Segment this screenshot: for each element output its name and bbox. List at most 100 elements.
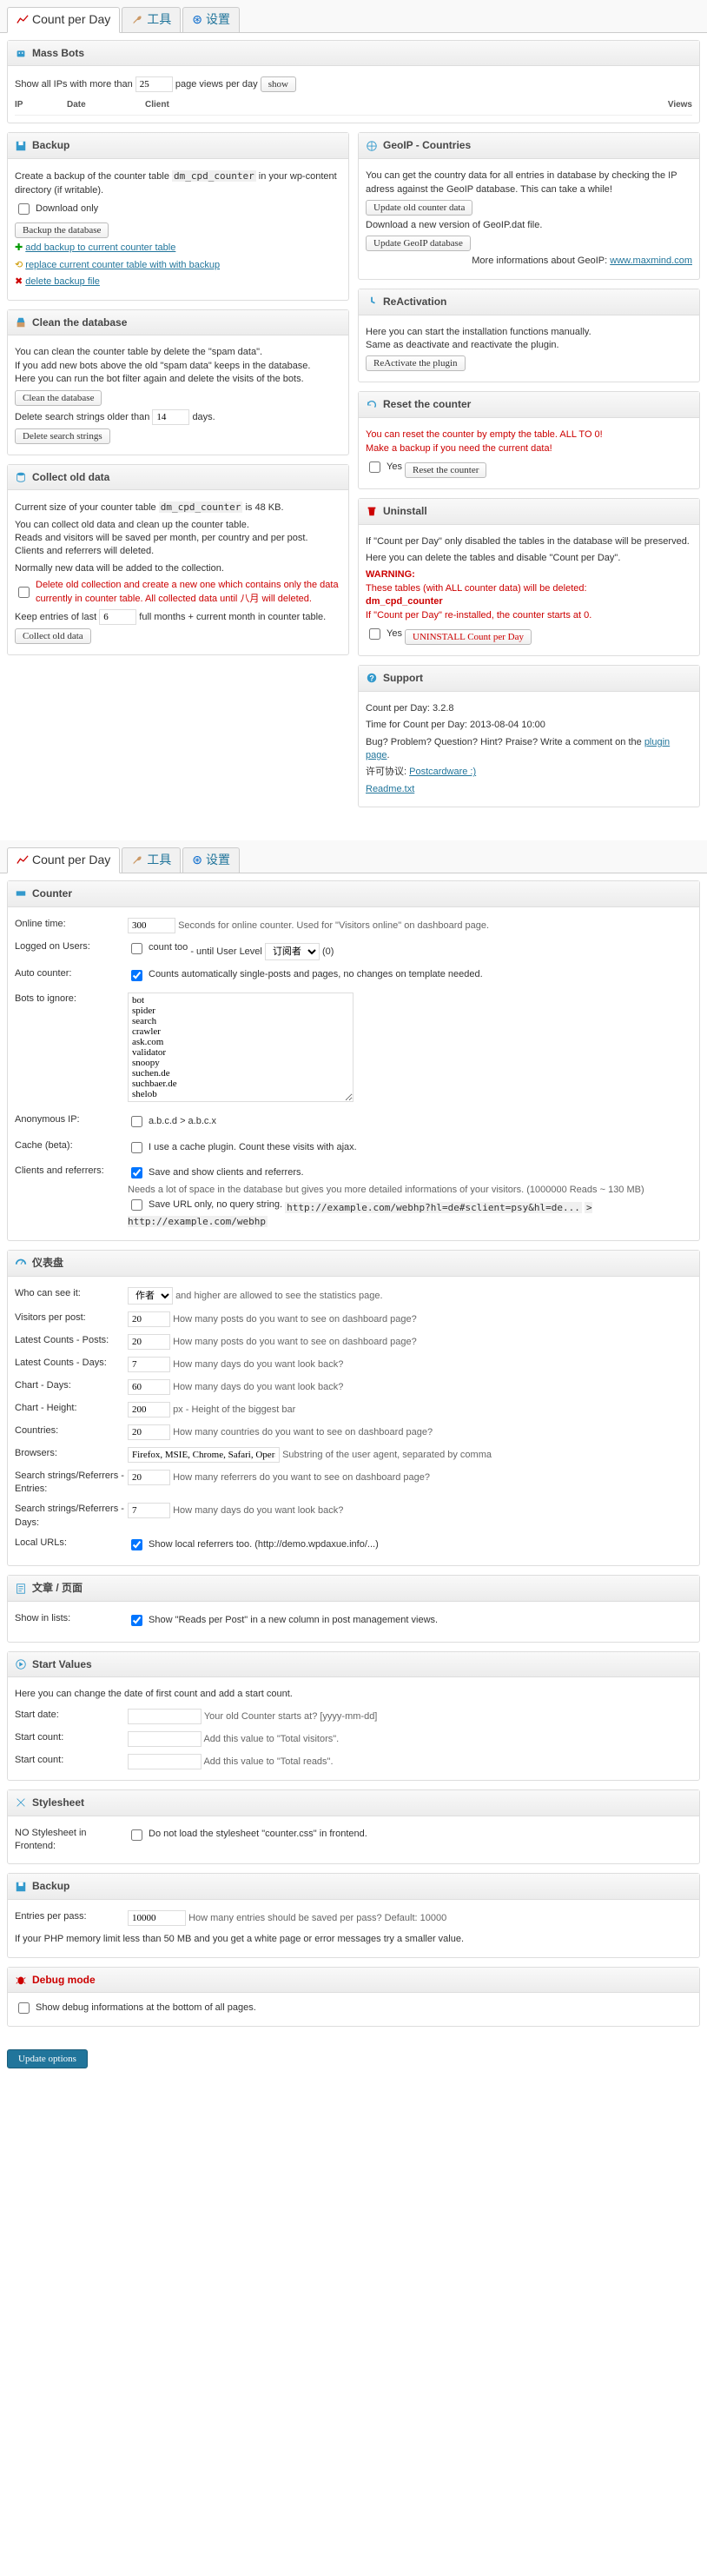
box-title: Reset the counter	[383, 397, 471, 412]
globe-icon	[366, 140, 378, 152]
massbots-box: Mass Bots Show all IPs with more than pa…	[7, 40, 700, 124]
update-options[interactable]: Update options	[7, 2049, 88, 2068]
box-title: ReActivation	[383, 295, 446, 309]
dashboard-icon	[15, 1257, 27, 1269]
box-title: Stylesheet	[32, 1796, 84, 1810]
readme-link[interactable]: Readme.txt	[366, 784, 414, 794]
box-title: Clean the database	[32, 315, 127, 330]
count-too[interactable]: count too	[128, 940, 188, 957]
trash-icon	[366, 505, 378, 517]
reset-yes[interactable]: Yes	[366, 459, 402, 475]
backup-btn[interactable]: Backup the database	[15, 222, 109, 238]
massbot-header: IPDateClientViews	[15, 96, 692, 116]
months-input[interactable]	[99, 609, 136, 625]
anon-ip[interactable]: a.b.c.d > a.b.c.x	[128, 1113, 216, 1130]
uninstall-btn[interactable]: UNINSTALL Count per Day	[405, 629, 532, 645]
box-title: Collect old data	[32, 470, 109, 485]
add-backup-link[interactable]: add backup to current counter table	[25, 242, 175, 253]
box-title: GeoIP - Countries	[383, 138, 471, 153]
delete-backup-link[interactable]: delete backup file	[25, 276, 100, 287]
box-title: Debug mode	[32, 1973, 96, 1988]
tab-active: Count per Day	[7, 7, 120, 33]
disk-icon	[15, 1881, 27, 1893]
box-title: Uninstall	[383, 504, 427, 519]
reactivate-btn[interactable]: ReActivate the plugin	[366, 355, 466, 371]
dash-input-3[interactable]	[128, 1357, 170, 1372]
tab-settings-2[interactable]: ⊛ 设置	[182, 847, 240, 873]
tab-settings[interactable]: ⊛ 设置	[182, 7, 240, 32]
tab-tools-2[interactable]: 工具	[122, 847, 181, 873]
delete-collection[interactable]: Delete old collection and create a new o…	[15, 579, 341, 606]
tab-label: 设置	[206, 11, 230, 29]
debug-mode[interactable]: Show debug informations at the bottom of…	[15, 2000, 256, 2016]
dash-input-8[interactable]	[128, 1470, 170, 1485]
box-title: Backup	[32, 1879, 69, 1894]
entries-per-pass[interactable]	[128, 1910, 186, 1926]
wrench-icon	[131, 14, 143, 26]
dash-input-1[interactable]	[128, 1311, 170, 1327]
bug-icon	[15, 1974, 27, 1986]
gear-icon: ⊛	[192, 11, 202, 29]
dash-chk-10[interactable]: Show local referrers too. (http://demo.w…	[128, 1537, 379, 1553]
delete-strings-btn[interactable]: Delete search strings	[15, 428, 110, 444]
replace-link[interactable]: replace current counter table with with …	[25, 260, 220, 270]
massbot-show[interactable]: show	[261, 76, 296, 92]
user-level[interactable]: 订阅者	[265, 943, 320, 960]
app-name: Count per Day	[32, 11, 110, 29]
download-only[interactable]: Download only	[15, 201, 98, 217]
online-time[interactable]	[128, 918, 175, 933]
dash-input-5[interactable]	[128, 1402, 170, 1417]
tab-active-2: Count per Day	[7, 847, 120, 873]
plus-icon: ✚	[15, 242, 23, 253]
update-old-btn[interactable]: Update old counter data	[366, 200, 472, 216]
box-title: Backup	[32, 138, 69, 153]
box-title: 仪表盘	[32, 1256, 63, 1271]
uninstall-yes[interactable]: Yes	[366, 626, 402, 642]
box-title: Counter	[32, 886, 72, 901]
license-link[interactable]: Postcardware :)	[409, 767, 476, 777]
tab-label: 设置	[206, 852, 230, 869]
dash-input-6[interactable]	[128, 1424, 170, 1440]
start-input-0[interactable]	[128, 1709, 202, 1724]
x-icon: ✖	[15, 276, 23, 287]
cache-beta[interactable]: I use a cache plugin. Count these visits…	[128, 1139, 357, 1156]
app-name: Count per Day	[32, 852, 110, 869]
style-icon	[15, 1796, 27, 1809]
box-title: Start Values	[32, 1657, 92, 1672]
chart-icon	[17, 854, 29, 866]
dash-input-7[interactable]	[128, 1447, 280, 1463]
start-input-1[interactable]	[128, 1731, 202, 1747]
wrench-icon	[131, 854, 143, 866]
clients-referrers[interactable]: Save and show clients and referrers.	[128, 1165, 304, 1181]
url-only[interactable]: Save URL only, no query string.	[128, 1197, 282, 1213]
show-in-lists[interactable]: Show "Reads per Post" in a new column in…	[128, 1612, 438, 1629]
days-input[interactable]	[152, 409, 189, 425]
reset-icon	[366, 399, 378, 411]
box-title: Support	[383, 671, 423, 686]
tab-label: 工具	[147, 852, 171, 869]
reset-btn[interactable]: Reset the counter	[405, 462, 486, 478]
bot-icon	[15, 47, 27, 59]
dash-input-2[interactable]	[128, 1334, 170, 1350]
box-title: 文章 / 页面	[32, 1581, 83, 1596]
posts-icon	[15, 1583, 27, 1595]
disk-icon	[15, 140, 27, 152]
activate-icon	[366, 295, 378, 308]
dash-input-4[interactable]	[128, 1379, 170, 1395]
gear-icon: ⊛	[192, 852, 202, 869]
collect-btn[interactable]: Collect old data	[15, 628, 91, 644]
start-input-2[interactable]	[128, 1754, 202, 1769]
massbot-threshold[interactable]	[135, 76, 173, 92]
dash-sel-0[interactable]: 作者	[128, 1287, 173, 1305]
no-stylesheet[interactable]: Do not load the stylesheet "counter.css"…	[128, 1827, 367, 1843]
bots-textarea[interactable]: bot spider search crawler ask.com valida…	[128, 993, 354, 1102]
update-geoip-btn[interactable]: Update GeoIP database	[366, 236, 471, 251]
box-title: Mass Bots	[32, 46, 84, 61]
auto-counter[interactable]: Counts automatically single-posts and pa…	[128, 967, 483, 984]
maxmind-link[interactable]: www.maxmind.com	[610, 256, 692, 266]
clean-btn[interactable]: Clean the database	[15, 390, 102, 406]
tab-tools[interactable]: 工具	[122, 7, 181, 32]
chart-icon	[17, 14, 29, 26]
dash-input-9[interactable]	[128, 1503, 170, 1518]
clean-icon	[15, 316, 27, 329]
